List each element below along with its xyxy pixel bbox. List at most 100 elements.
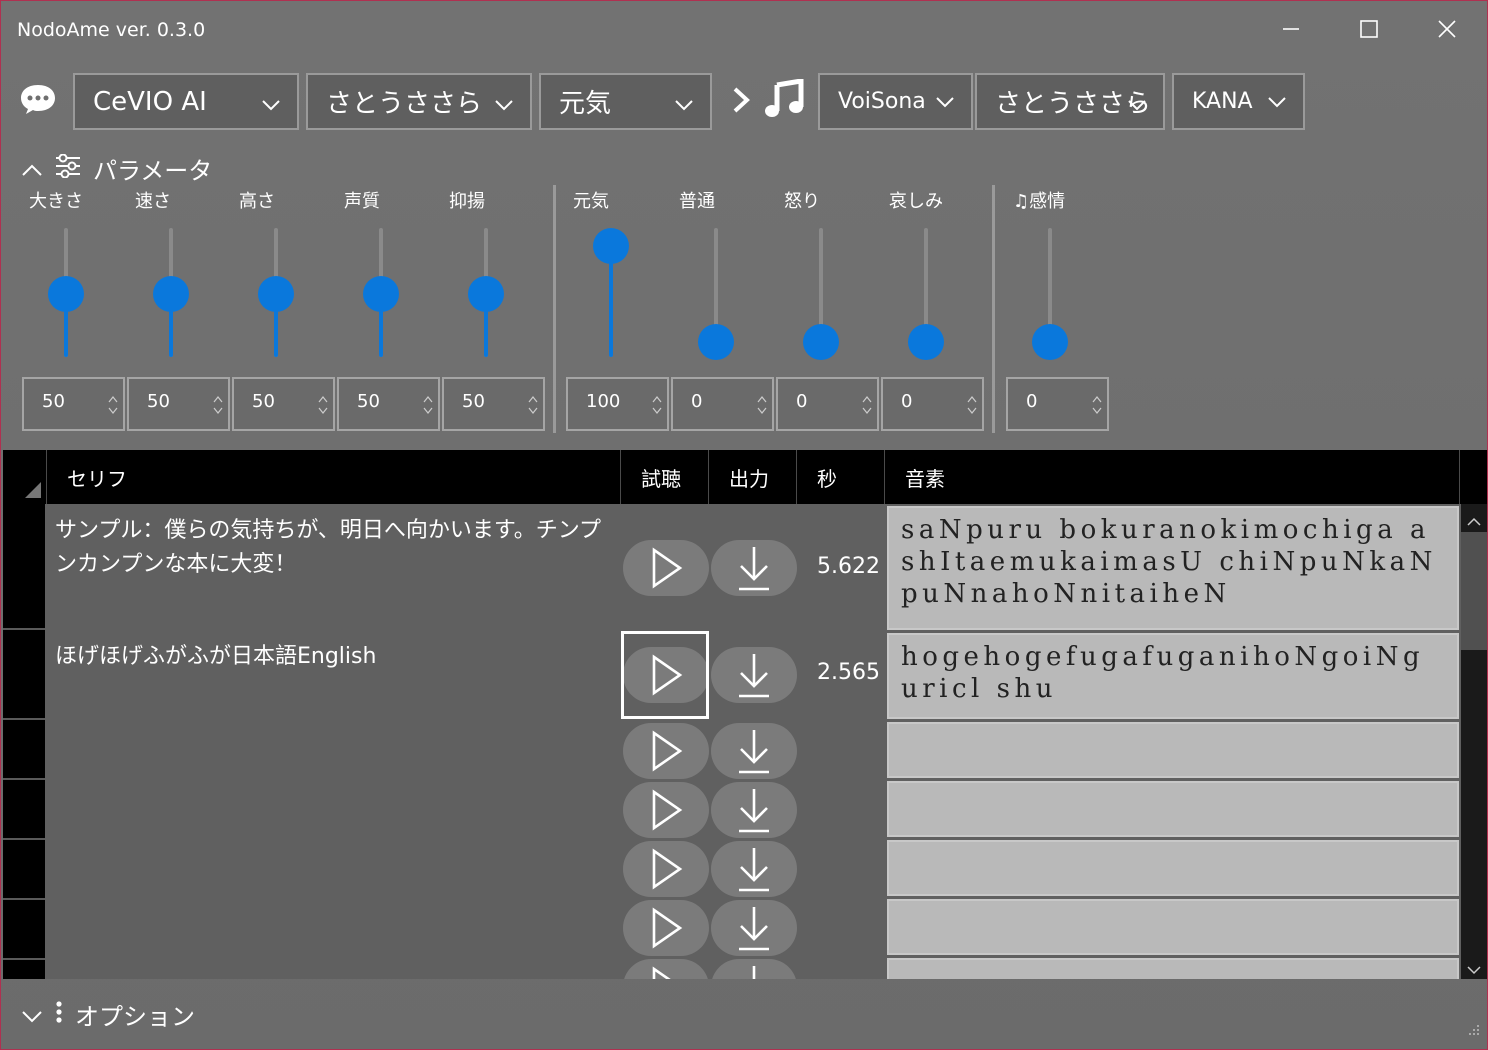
param-8-value: 0 xyxy=(796,391,808,412)
row-4-play-button[interactable] xyxy=(623,782,709,838)
row-4-header[interactable] xyxy=(3,780,45,838)
row-1-seconds: 5.622 xyxy=(817,554,880,579)
mode-select[interactable]: KANA xyxy=(1172,73,1305,130)
row-7-download-button[interactable] xyxy=(711,959,797,979)
spinner-icon[interactable] xyxy=(422,393,434,417)
param-2-number-box[interactable]: 50 xyxy=(127,377,230,431)
row-2-phoneme[interactable]: hogehogefugafuganihoNgoiNguricl shu xyxy=(887,633,1459,719)
spinner-icon[interactable] xyxy=(1091,393,1103,417)
row-6-phoneme[interactable] xyxy=(887,899,1459,955)
target-voice-select[interactable]: さとうささら xyxy=(975,73,1165,130)
param-7-slider-thumb[interactable] xyxy=(698,324,734,360)
chevron-down-icon xyxy=(935,92,955,118)
vertical-scrollbar[interactable] xyxy=(1461,504,1487,979)
row-2-serifu[interactable]: ほげほげふがふが日本語English xyxy=(55,640,615,674)
phrase-grid: セリフ 試聴 出力 秒 音素 サンプル：僕らの気持ちが、明日へ向かいます。チンプ… xyxy=(3,450,1487,979)
param-2-value: 50 xyxy=(147,391,170,412)
param-10-number-box[interactable]: 0 xyxy=(1006,377,1109,431)
row-7-header[interactable] xyxy=(3,960,45,979)
row-6-header[interactable] xyxy=(3,900,45,958)
spinner-icon[interactable] xyxy=(107,393,119,417)
param-3-label: 高さ xyxy=(239,191,275,212)
row-6-download-button[interactable] xyxy=(711,900,797,956)
param-1-number-box[interactable]: 50 xyxy=(22,377,125,431)
select-all-corner[interactable] xyxy=(3,450,47,504)
divider xyxy=(553,185,556,433)
row-7-play-button[interactable] xyxy=(623,959,709,979)
close-button[interactable] xyxy=(1417,9,1477,49)
param-4-slider-thumb[interactable] xyxy=(363,276,399,312)
row-2-header[interactable] xyxy=(3,630,45,718)
row-4-download-button[interactable] xyxy=(711,782,797,838)
spinner-icon[interactable] xyxy=(966,393,978,417)
row-2-download-button[interactable] xyxy=(711,647,797,703)
param-5-slider-thumb[interactable] xyxy=(468,276,504,312)
row-1-download-button[interactable] xyxy=(711,540,797,596)
row-1-play-button[interactable] xyxy=(623,540,709,596)
row-5-header[interactable] xyxy=(3,840,45,898)
download-icon xyxy=(739,730,769,774)
header-output[interactable]: 出力 xyxy=(709,450,797,504)
param-8-slider-thumb[interactable] xyxy=(803,324,839,360)
param-5-number-box[interactable]: 50 xyxy=(442,377,545,431)
spinner-icon[interactable] xyxy=(317,393,329,417)
row-3-download-button[interactable] xyxy=(711,723,797,779)
resize-grip-icon[interactable] xyxy=(1465,1023,1481,1043)
download-icon xyxy=(739,789,769,833)
row-5-phoneme[interactable] xyxy=(887,840,1459,896)
params-expander[interactable]: パラメータ xyxy=(21,151,212,186)
download-icon xyxy=(739,547,769,591)
param-1-slider-thumb[interactable] xyxy=(48,276,84,312)
row-1-header[interactable] xyxy=(3,504,45,628)
param-5-label: 抑揚 xyxy=(449,191,485,212)
row-4-phoneme[interactable] xyxy=(887,781,1459,837)
spinner-icon[interactable] xyxy=(527,393,539,417)
row-3-header[interactable] xyxy=(3,720,45,778)
param-9-slider-thumb[interactable] xyxy=(908,324,944,360)
param-8-label: 怒り xyxy=(784,191,820,212)
row-5-play-button[interactable] xyxy=(623,841,709,897)
param-7-number-box[interactable]: 0 xyxy=(671,377,774,431)
chevron-up-icon[interactable] xyxy=(1467,512,1481,531)
param-4-number-box[interactable]: 50 xyxy=(337,377,440,431)
scrollbar-thumb[interactable] xyxy=(1461,532,1487,650)
spinner-icon[interactable] xyxy=(212,393,224,417)
row-1-phoneme[interactable]: saNpuru bokuranokimochiga ashItaemukaima… xyxy=(887,506,1459,630)
row-7-phoneme[interactable] xyxy=(887,958,1459,979)
sliders-icon xyxy=(55,153,81,184)
voice-select[interactable]: さとうささら xyxy=(306,73,532,130)
header-phoneme[interactable]: 音素 xyxy=(885,450,1460,504)
spinner-icon[interactable] xyxy=(651,393,663,417)
param-9-number-box[interactable]: 0 xyxy=(881,377,984,431)
row-3-play-button[interactable] xyxy=(623,723,709,779)
param-3-slider-thumb[interactable] xyxy=(258,276,294,312)
row-6-play-button[interactable] xyxy=(623,900,709,956)
options-label: オプション xyxy=(75,1003,195,1031)
header-sec[interactable]: 秒 xyxy=(797,450,885,504)
header-serifu[interactable]: セリフ xyxy=(47,450,621,504)
style-select[interactable]: 元気 xyxy=(539,73,712,130)
param-3-number-box[interactable]: 50 xyxy=(232,377,335,431)
play-icon xyxy=(652,547,683,589)
window-title: NodoAme ver. 0.3.0 xyxy=(17,19,206,41)
row-3-phoneme[interactable] xyxy=(887,722,1459,778)
maximize-button[interactable] xyxy=(1339,9,1399,49)
music-note-icon xyxy=(763,78,805,123)
row-5-download-button[interactable] xyxy=(711,841,797,897)
target-engine-select[interactable]: VoiSona xyxy=(818,73,973,130)
header-listen[interactable]: 試聴 xyxy=(621,450,709,504)
minimize-button[interactable] xyxy=(1261,9,1321,49)
spinner-icon[interactable] xyxy=(756,393,768,417)
chevron-down-icon[interactable] xyxy=(1467,960,1481,979)
row-1-serifu[interactable]: サンプル：僕らの気持ちが、明日へ向かいます。チンプンカンプンな本に大変！ xyxy=(55,514,615,582)
row-2-seconds: 2.565 xyxy=(817,660,880,685)
param-6-slider-thumb[interactable] xyxy=(593,228,629,264)
param-2-slider-thumb[interactable] xyxy=(153,276,189,312)
param-6-number-box[interactable]: 100 xyxy=(566,377,669,431)
param-8-number-box[interactable]: 0 xyxy=(776,377,879,431)
spinner-icon[interactable] xyxy=(861,393,873,417)
param-10-slider-thumb[interactable] xyxy=(1032,324,1068,360)
options-expander[interactable]: オプション xyxy=(21,997,195,1032)
target-engine-value: VoiSona xyxy=(838,89,926,114)
engine-select[interactable]: CeVIO AI xyxy=(73,73,299,130)
